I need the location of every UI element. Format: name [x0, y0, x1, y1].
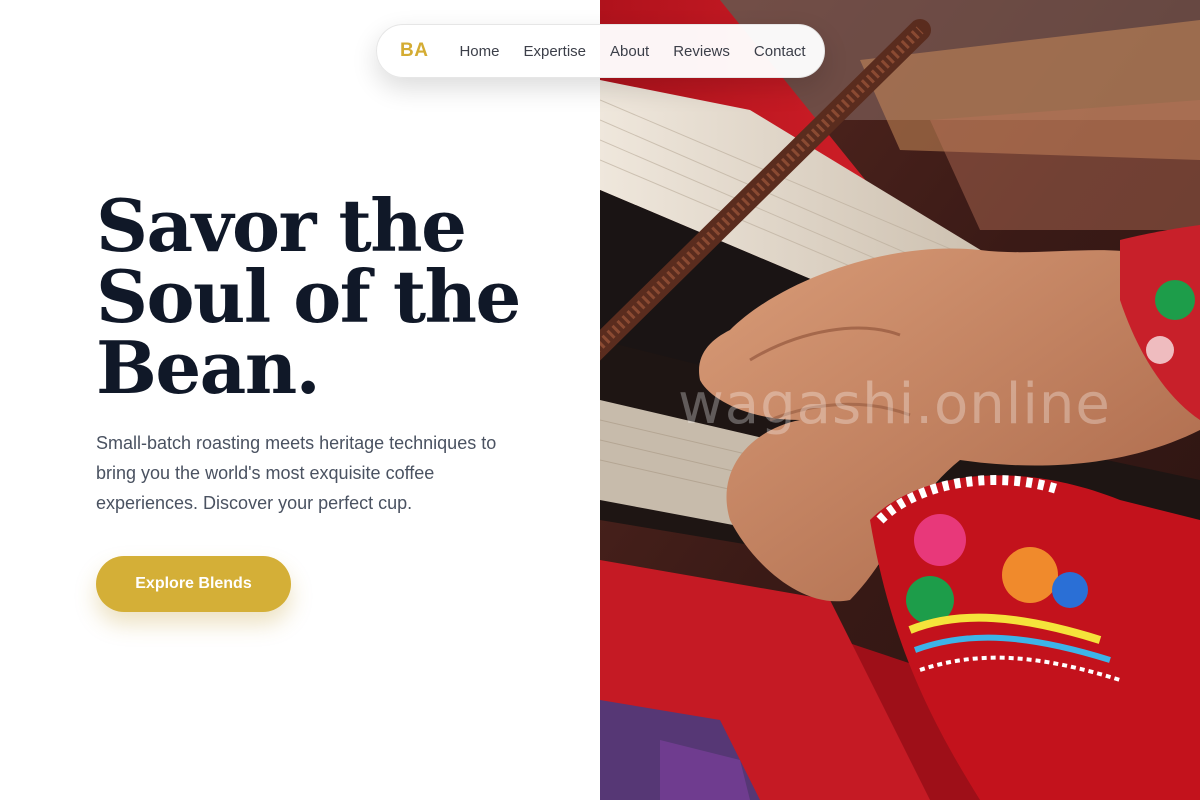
hero-title: Savor the Soul of the Bean. [96, 183, 576, 410]
nav-link-reviews[interactable]: Reviews [673, 43, 730, 60]
hero-title-line: Soul of the [96, 254, 521, 339]
hero-left-panel: Savor the Soul of the Bean. Small-batch … [0, 0, 600, 800]
nav-link-expertise[interactable]: Expertise [523, 43, 586, 60]
hero-title-line: Bean. [96, 325, 321, 410]
watermark-text: wagashi.online [678, 372, 1111, 437]
brand-logo[interactable]: BA [400, 40, 428, 62]
nav-link-about[interactable]: About [610, 43, 649, 60]
hero-subtitle: Small-batch roasting meets heritage tech… [96, 433, 497, 513]
nav-link-home[interactable]: Home [459, 43, 499, 60]
hero-title-line: Savor the [96, 183, 467, 268]
explore-blends-button[interactable]: Explore Blends [96, 556, 291, 612]
hero-image: wagashi.online [600, 0, 1200, 800]
nav-link-contact[interactable]: Contact [754, 43, 806, 60]
top-navigation: BA Home Expertise About Reviews Contact [376, 24, 825, 78]
